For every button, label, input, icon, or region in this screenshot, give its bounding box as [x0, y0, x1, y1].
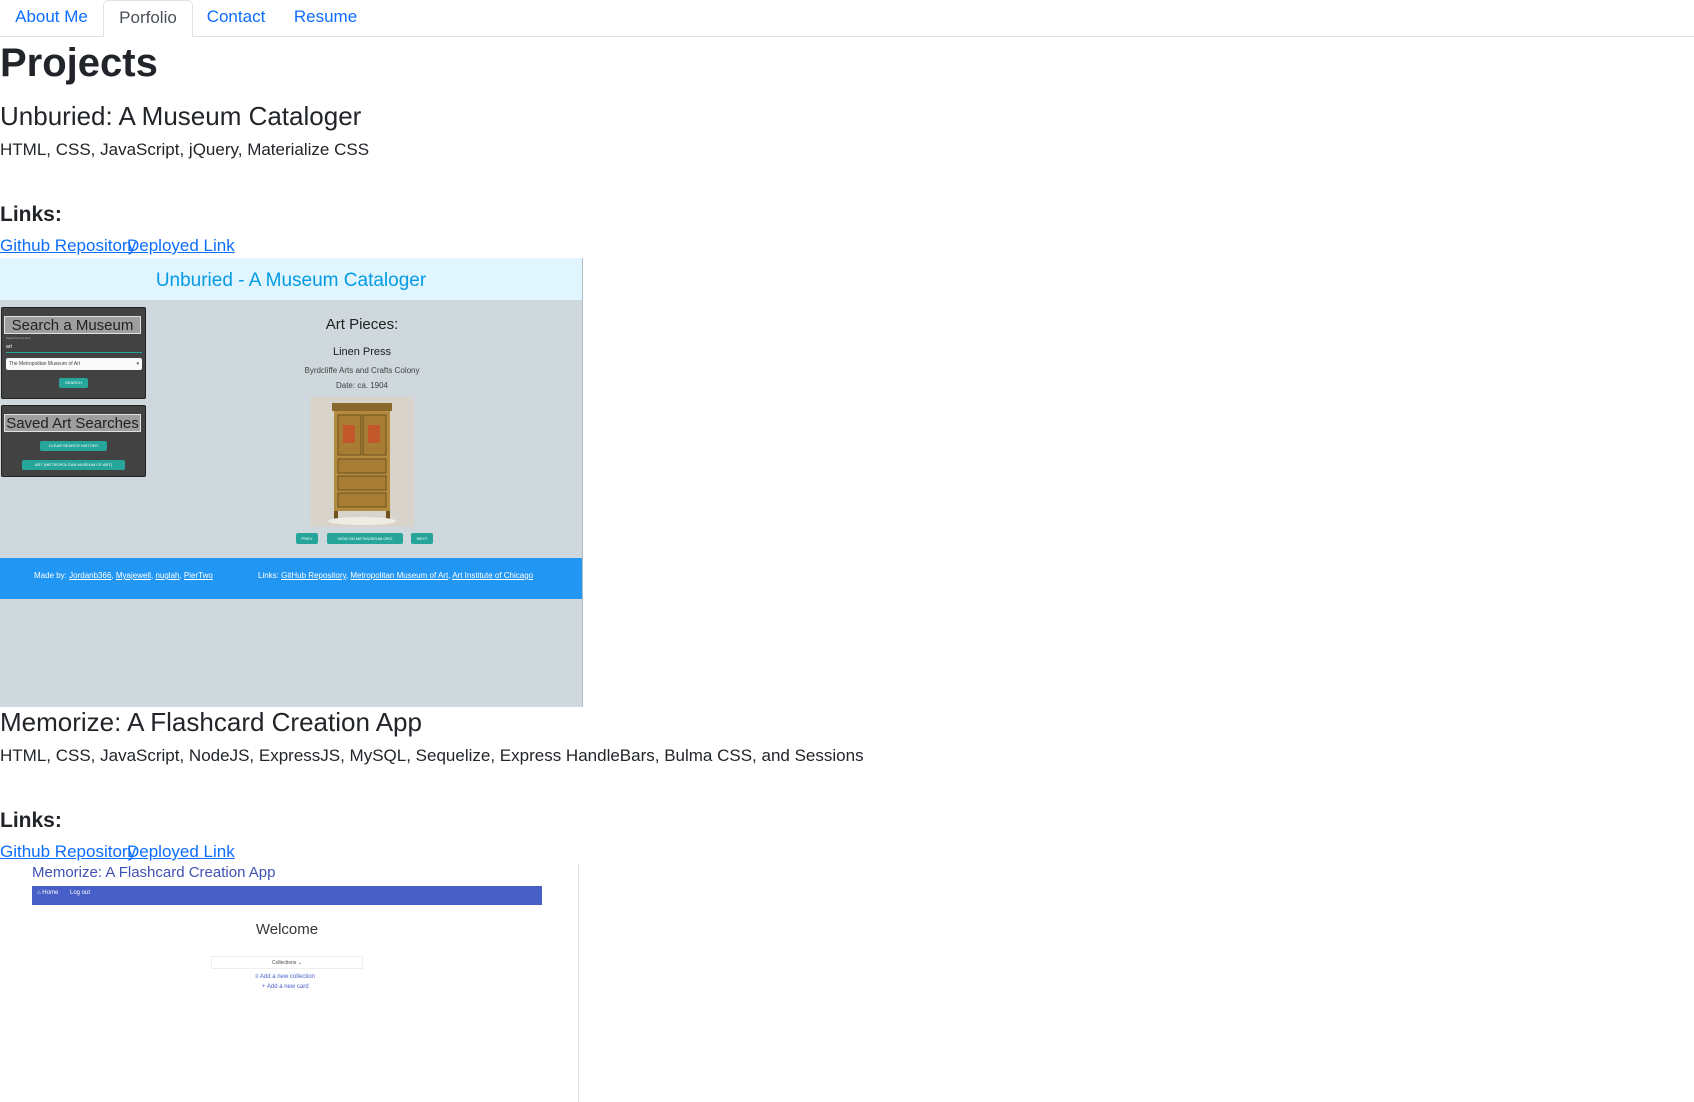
add-collection-label: Add a new collection	[259, 974, 315, 980]
project-tech: HTML, CSS, JavaScript, NodeJS, ExpressJS…	[0, 746, 864, 765]
author-link[interactable]: Jordanb366	[69, 571, 111, 580]
next-button[interactable]: NEXT	[411, 533, 433, 544]
author-link[interactable]: nuglah	[155, 571, 179, 580]
saved-panel-title: Saved Art Searches	[4, 414, 141, 432]
saved-search-item[interactable]: ART (METROPOLITAN MUSEUM OF ART)	[22, 460, 125, 470]
layers-icon: ≡	[255, 974, 259, 980]
plus-icon: +	[262, 984, 266, 990]
tab-contact[interactable]: Contact	[193, 0, 279, 36]
home-icon: ⌂	[37, 890, 41, 896]
page-title: Projects	[0, 41, 158, 85]
author-link[interactable]: Myajewell	[116, 571, 151, 580]
art-title: Linen Press	[332, 346, 392, 358]
made-by-label: Made by:	[34, 571, 67, 580]
museum-select-value: The Metropolitan Museum of Art	[9, 361, 81, 367]
github-link[interactable]: Github Repository	[0, 841, 136, 863]
project-screenshot: Unburied - A Museum Cataloger Search a M…	[0, 258, 583, 707]
app-footer: Made by: Jordanb366, Myajewell, nuglah, …	[0, 558, 582, 599]
search-panel-title: Search a Museum	[4, 316, 141, 334]
chevron-down-icon: ⌄	[297, 960, 303, 966]
chevron-down-icon: ▾	[136, 361, 139, 367]
saved-searches-panel: Saved Art Searches CLEAR SEARCH HISTORY …	[1, 405, 146, 477]
app-navbar: ⌂ Home Log out	[32, 886, 542, 905]
footer-link[interactable]: GitHub Repository	[281, 571, 346, 580]
search-input[interactable]: art	[6, 344, 12, 350]
app-header: Unburied - A Museum Cataloger	[0, 258, 582, 300]
made-by: Made by: Jordanb366, Myajewell, nuglah, …	[34, 571, 213, 580]
tab-about-me[interactable]: About Me	[0, 0, 103, 36]
home-label: Home	[42, 890, 59, 896]
welcome-heading: Welcome	[255, 921, 319, 938]
tab-resume[interactable]: Resume	[279, 0, 372, 36]
project-title: Unburied: A Museum Cataloger	[0, 101, 362, 131]
footer-links-label: Links:	[258, 571, 279, 580]
app-title: Memorize: A Flashcard Creation App	[32, 864, 276, 881]
home-link[interactable]: ⌂ Home	[37, 890, 58, 896]
collections-dropdown[interactable]: Collections ⌄	[211, 956, 363, 969]
project-screenshot: Memorize: A Flashcard Creation App ⌂ Hom…	[0, 864, 579, 1102]
view-on-met-button[interactable]: VIEW ON METMUSEUM.ORG	[327, 533, 403, 544]
footer-links: Links: GitHub Repository, Metropolitan M…	[258, 571, 534, 580]
nav-tabs: About Me Porfolio Contact Resume	[0, 0, 1694, 37]
search-button[interactable]: SEARCH	[59, 378, 88, 388]
search-field-label: Search for an item	[6, 336, 31, 340]
deployed-link[interactable]: Deployed Link	[127, 841, 235, 863]
art-heading: Art Pieces:	[325, 316, 399, 333]
author-link[interactable]: PierTwo	[184, 571, 213, 580]
project-title: Memorize: A Flashcard Creation App	[0, 707, 422, 737]
footer-link[interactable]: Metropolitan Museum of Art	[350, 571, 448, 580]
tab-portfolio[interactable]: Porfolio	[103, 0, 193, 37]
art-image	[310, 397, 414, 527]
github-link[interactable]: Github Repository	[0, 235, 136, 257]
cabinet-image	[310, 397, 414, 527]
links-heading: Links:	[0, 809, 62, 832]
clear-history-button[interactable]: CLEAR SEARCH HISTORY	[40, 441, 107, 451]
add-collection-link[interactable]: ≡ Add a new collection	[255, 974, 315, 980]
collections-label: Collections	[271, 960, 297, 966]
input-underline	[6, 352, 142, 353]
art-artist: Byrdcliffe Arts and Crafts Colony	[304, 366, 420, 375]
app-title: Unburied - A Museum Cataloger	[155, 270, 427, 291]
museum-select[interactable]: The Metropolitan Museum of Art ▾	[6, 358, 142, 370]
art-date: Date: ca. 1904	[335, 381, 389, 390]
footer-link[interactable]: Art Institute of Chicago	[452, 571, 533, 580]
project-tech: HTML, CSS, JavaScript, jQuery, Materiali…	[0, 140, 370, 159]
prev-button[interactable]: PREV	[296, 533, 318, 544]
add-card-link[interactable]: + Add a new card	[262, 984, 309, 990]
links-heading: Links:	[0, 203, 62, 226]
add-card-label: Add a new card	[266, 984, 309, 990]
search-panel: Search a Museum Search for an item art T…	[1, 307, 146, 399]
logout-link[interactable]: Log out	[70, 890, 90, 896]
deployed-link[interactable]: Deployed Link	[127, 235, 235, 257]
